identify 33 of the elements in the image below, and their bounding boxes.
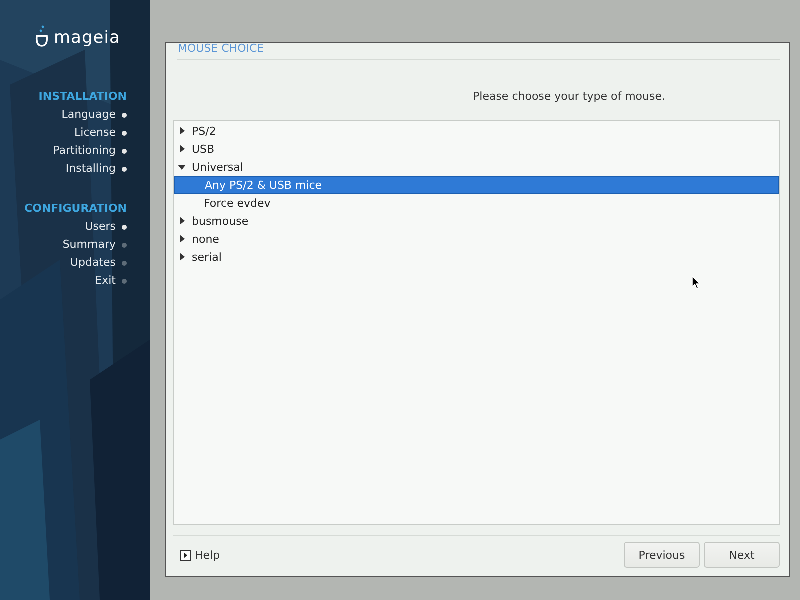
tree-item[interactable]: none (174, 230, 779, 248)
step-label: License (74, 125, 116, 141)
section-title: INSTALLATION (38, 89, 127, 105)
expand-arrow-icon[interactable] (178, 145, 186, 153)
step-label: Updates (70, 255, 116, 271)
nav-button[interactable]: Previous (624, 542, 700, 568)
expand-arrow-icon[interactable] (178, 235, 186, 243)
tree-item[interactable]: serial (174, 248, 779, 266)
collapse-arrow-icon[interactable] (178, 163, 186, 171)
step-label: Partitioning (53, 143, 116, 159)
mouse-cursor-icon (692, 276, 701, 290)
help-button[interactable]: Help (173, 548, 220, 562)
section-title: CONFIGURATION (24, 201, 127, 217)
tree-item[interactable]: Universal (174, 158, 779, 176)
tree-item[interactable]: PS/2 (174, 122, 779, 140)
step-label: Users (85, 219, 116, 235)
logo-text: mageia (54, 28, 120, 48)
tree-item[interactable]: USB (174, 140, 779, 158)
tree-item[interactable]: busmouse (174, 212, 779, 230)
step-label: Language (62, 107, 116, 123)
expand-arrow-icon[interactable] (178, 217, 186, 225)
dialog-title: MOUSE CHOICE (177, 43, 266, 55)
tree-item[interactable]: Any PS/2 & USB mice (174, 176, 779, 194)
tree-item[interactable]: Force evdev (174, 194, 779, 212)
play-icon (180, 550, 191, 560)
nav-button[interactable]: Next (704, 542, 780, 568)
expand-arrow-icon[interactable] (178, 127, 186, 135)
step-label: Summary (62, 237, 116, 253)
step-label: Installing (66, 161, 116, 177)
step-label: Exit (95, 273, 116, 289)
logo-icon (34, 24, 50, 48)
expand-arrow-icon[interactable] (178, 253, 186, 261)
prompt-text: Please choose your type of mouse. (472, 90, 666, 104)
